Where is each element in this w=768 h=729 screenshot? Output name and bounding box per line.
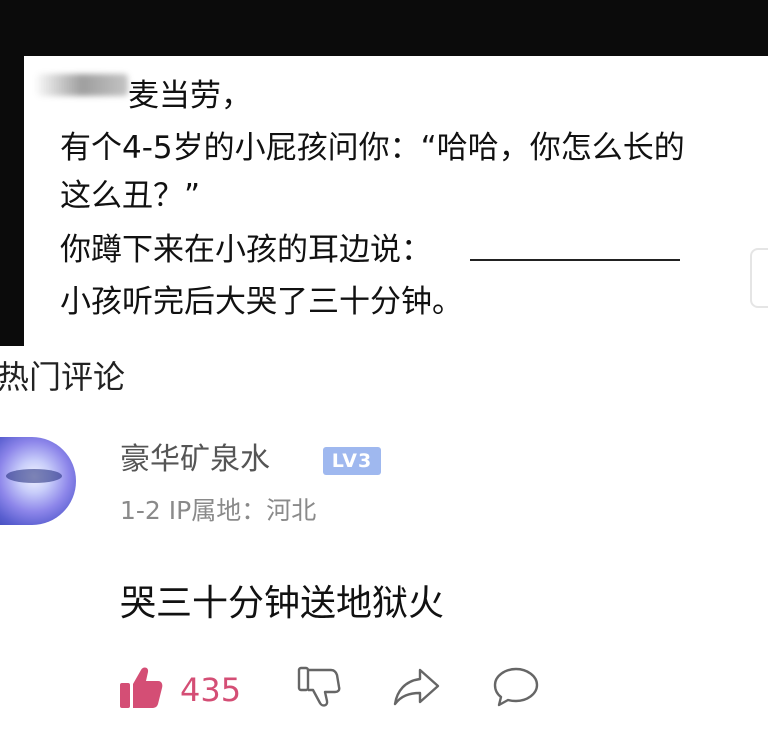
share-icon [392,668,442,714]
post-line-3: 这么丑？” [60,178,201,214]
comment-username[interactable]: 豪华矿泉水 [120,440,270,480]
reply-button[interactable] [492,664,540,714]
avatar[interactable] [0,437,76,525]
post-line-2: 有个4-5岁的小屁孩问你：“哈哈，你怎么长的 [60,130,685,166]
avatar-wave-shape [6,469,62,483]
side-handle[interactable] [750,248,768,308]
fill-in-blank-line [470,259,680,261]
post-line-4: 你蹲下来在小孩的耳边说： [60,232,432,268]
like-count: 435 [180,671,242,709]
thumbs-down-icon [296,666,342,714]
post-line-1: 麦当劳， [128,78,252,114]
comment-icon [492,667,540,714]
comment-meta: 1-2 IP属地：河北 [120,496,317,525]
like-button[interactable] [118,664,164,714]
top-dark-bar [0,0,768,56]
comment-text: 哭三十分钟送地狱火 [120,583,445,624]
level-badge: LV3 [323,447,381,475]
share-button[interactable] [392,664,442,714]
section-title: 热门评论 [0,358,126,396]
left-dark-strip [0,56,24,346]
post-line-5: 小孩听完后大哭了三十分钟。 [60,284,463,320]
dislike-button[interactable] [296,664,342,714]
thumbs-up-icon [118,667,164,714]
blurred-username [36,74,128,96]
